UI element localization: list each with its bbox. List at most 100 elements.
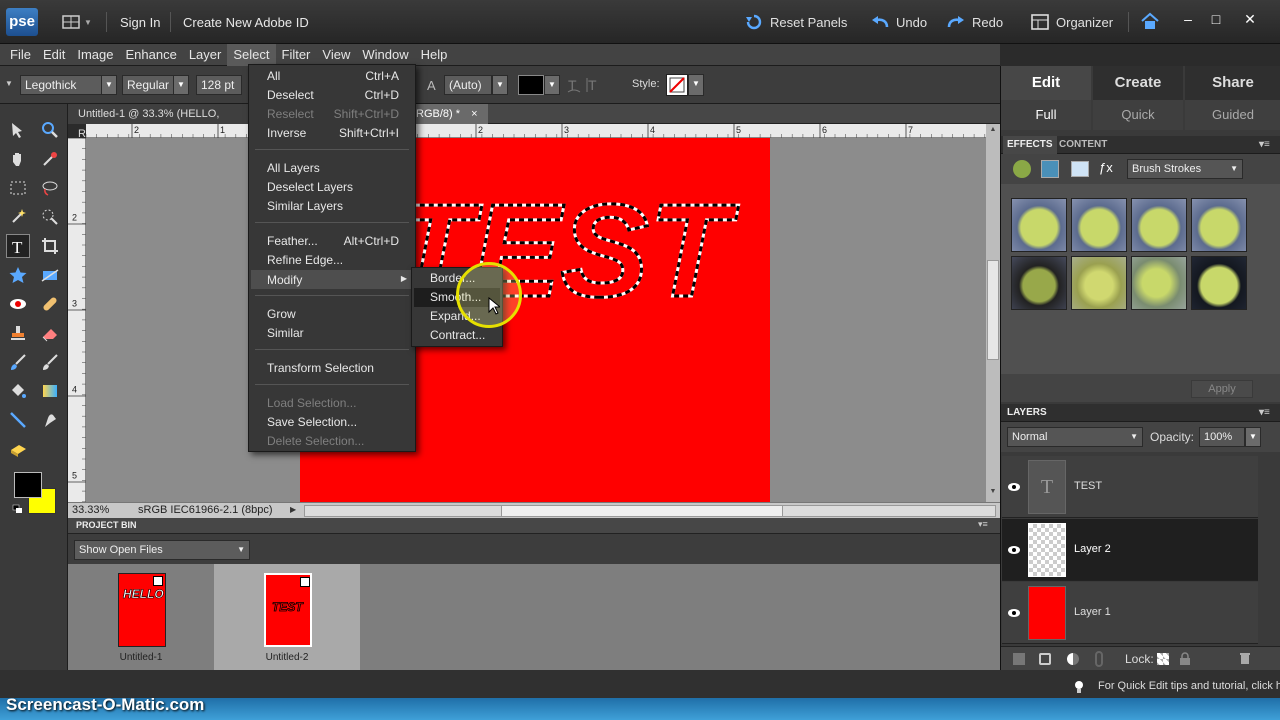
hand-tool[interactable] <box>6 147 30 171</box>
marquee-tool[interactable] <box>6 176 30 200</box>
doc-tab-untitled-1[interactable]: Untitled-1 @ 33.3% (HELLO, RGB/8) * <box>68 104 248 140</box>
redo-button[interactable]: Redo <box>946 13 1003 31</box>
menu-file[interactable]: File <box>4 44 37 66</box>
foreground-color-swatch[interactable] <box>14 472 42 498</box>
leading-select[interactable]: (Auto) <box>444 75 492 95</box>
create-adobe-id-link[interactable]: Create New Adobe ID <box>183 15 309 30</box>
link-layers-icon[interactable] <box>1095 651 1103 667</box>
layer-row-test[interactable]: T TEST <box>1002 456 1258 518</box>
effects-tab[interactable]: EFFECTS <box>1003 136 1057 154</box>
panel-menu-icon[interactable]: ▾≡ <box>1259 404 1270 422</box>
font-style-select[interactable]: Regular <box>122 75 174 95</box>
scroll-up-icon[interactable]: ▲ <box>988 126 998 136</box>
effect-thumbnail[interactable] <box>1011 198 1067 252</box>
tab-edit[interactable]: Edit <box>1001 66 1091 100</box>
tool-preset-arrow-icon[interactable]: ▼ <box>5 79 13 88</box>
minimize-button[interactable]: – <box>1176 10 1200 28</box>
home-button[interactable] <box>1140 12 1160 30</box>
menuitem-inverse[interactable]: Inverse <box>267 124 306 142</box>
opacity-input[interactable]: 100% <box>1199 427 1245 447</box>
text-color-swatch[interactable] <box>518 75 544 95</box>
style-swatch[interactable] <box>666 74 688 96</box>
brush-tool[interactable] <box>6 350 30 374</box>
bin-thumb-untitled-1[interactable]: HELLO Untitled-1 <box>68 564 214 670</box>
effect-thumbnail[interactable] <box>1191 198 1247 252</box>
lock-transparency-icon[interactable] <box>1157 653 1169 665</box>
scroll-thumb[interactable] <box>987 260 999 360</box>
menuitem-contract[interactable]: Contract... <box>430 326 485 344</box>
undo-button[interactable]: Undo <box>870 13 927 31</box>
quick-tip-text[interactable]: For Quick Edit tips and tutorial, click … <box>1000 676 1280 696</box>
menuitem-deselect-layers[interactable]: Deselect Layers <box>267 178 353 196</box>
scroll-down-icon[interactable]: ▼ <box>988 488 998 498</box>
eraser-tool[interactable] <box>38 321 62 345</box>
font-family-select[interactable]: Legothick <box>20 75 102 95</box>
trash-icon[interactable] <box>1239 651 1251 665</box>
effect-thumbnail[interactable] <box>1191 256 1247 310</box>
type-tool[interactable]: T <box>6 234 30 258</box>
layer-mask-icon[interactable] <box>1039 653 1051 665</box>
healing-brush-tool[interactable] <box>38 292 62 316</box>
menu-select[interactable]: Select <box>227 43 276 66</box>
tab-create[interactable]: Create <box>1093 66 1183 100</box>
layer-row-layer-1[interactable]: Layer 1 <box>1002 582 1258 644</box>
menuitem-all[interactable]: All <box>267 67 280 85</box>
lasso-tool[interactable] <box>38 176 62 200</box>
layer-styles-icon[interactable] <box>1041 160 1059 178</box>
menuitem-transform-selection[interactable]: Transform Selection <box>267 359 374 377</box>
quick-selection-tool[interactable] <box>38 205 62 229</box>
h-scroll-thumb[interactable] <box>501 506 783 516</box>
status-menu-arrow-icon[interactable]: ▶ <box>290 505 296 514</box>
bin-thumb-untitled-2[interactable]: TEST Untitled-2 <box>214 564 360 670</box>
red-eye-tool[interactable] <box>6 292 30 316</box>
menuitem-save-selection[interactable]: Save Selection... <box>267 413 357 431</box>
fx-icon[interactable]: ƒx <box>1099 160 1117 178</box>
move-tool[interactable] <box>6 118 30 142</box>
menuitem-all-layers[interactable]: All Layers <box>267 159 320 177</box>
effect-thumbnail[interactable] <box>1011 256 1067 310</box>
menu-window[interactable]: Window <box>356 44 414 66</box>
smudge-tool[interactable] <box>38 408 62 432</box>
menu-view[interactable]: View <box>316 44 356 66</box>
font-size-input[interactable]: 128 pt <box>196 75 242 95</box>
menu-layer[interactable]: Layer <box>183 44 228 66</box>
eye-icon[interactable] <box>1002 456 1026 518</box>
gradient-tool[interactable] <box>38 379 62 403</box>
menuitem-feather[interactable]: Feather... <box>267 232 318 250</box>
menuitem-similar-layers[interactable]: Similar Layers <box>267 197 343 215</box>
smart-brush-tool[interactable] <box>38 350 62 374</box>
effect-thumbnail[interactable] <box>1071 256 1127 310</box>
new-layer-icon[interactable] <box>1013 653 1025 665</box>
menu-enhance[interactable]: Enhance <box>120 44 183 66</box>
maximize-button[interactable]: □ <box>1204 10 1228 28</box>
sponge-tool[interactable] <box>6 437 30 461</box>
straighten-tool[interactable] <box>38 263 62 287</box>
warp-text-icon[interactable]: T <box>566 75 582 95</box>
sign-in-link[interactable]: Sign In <box>120 15 160 30</box>
menuitem-deselect[interactable]: Deselect <box>267 86 314 104</box>
zoom-level[interactable]: 33.33% <box>72 504 109 516</box>
font-family-dropdown-arrow-icon[interactable]: ▼ <box>101 75 117 95</box>
vertical-scrollbar[interactable]: ▲ ▼ <box>986 124 1000 502</box>
text-orientation-icon[interactable]: T <box>586 75 602 95</box>
eye-icon[interactable] <box>1002 582 1026 644</box>
show-open-files-select[interactable]: Show Open Files ▼ <box>74 540 250 560</box>
subtab-full[interactable]: Full <box>1001 100 1091 130</box>
close-window-button[interactable]: ✕ <box>1238 10 1262 28</box>
paint-bucket-tool[interactable] <box>6 379 30 403</box>
magic-wand-tool[interactable] <box>6 205 30 229</box>
leading-dropdown-arrow-icon[interactable]: ▼ <box>492 75 508 95</box>
menu-help[interactable]: Help <box>415 44 454 66</box>
style-dropdown-arrow-icon[interactable]: ▼ <box>688 74 704 96</box>
content-tab[interactable]: CONTENT <box>1059 136 1107 154</box>
menu-image[interactable]: Image <box>71 44 119 66</box>
menuitem-grow[interactable]: Grow <box>267 305 296 323</box>
text-color-dropdown-arrow-icon[interactable]: ▼ <box>544 75 560 95</box>
cookie-cutter-tool[interactable] <box>6 263 30 287</box>
layer-row-layer-2[interactable]: Layer 2 <box>1002 519 1258 581</box>
filters-icon[interactable] <box>1013 160 1031 178</box>
apply-button[interactable]: Apply <box>1191 380 1253 398</box>
zoom-tool[interactable] <box>38 118 62 142</box>
clone-stamp-tool[interactable] <box>6 321 30 345</box>
subtab-quick[interactable]: Quick <box>1093 100 1183 130</box>
